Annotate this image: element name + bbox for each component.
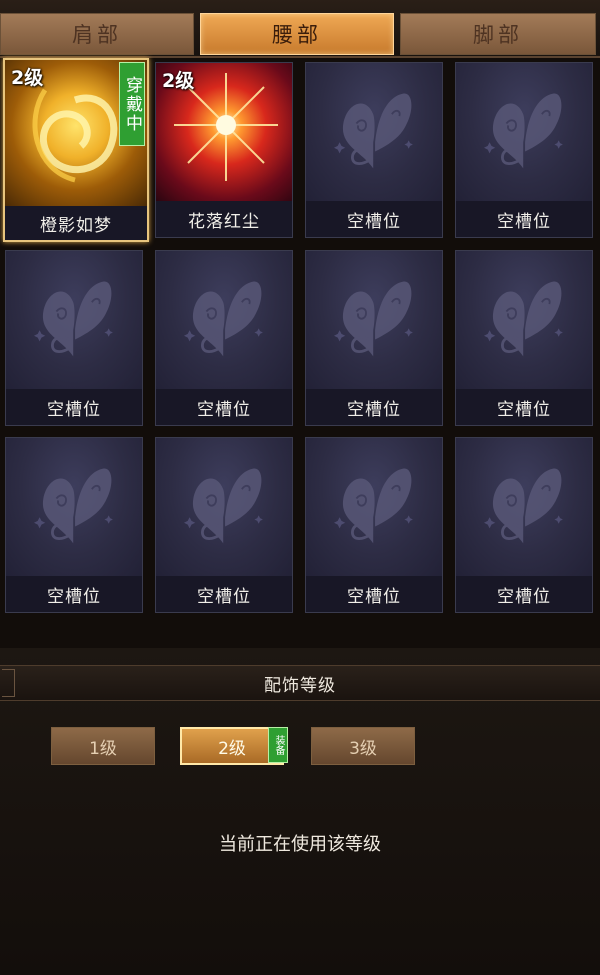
slot-name: 空槽位 bbox=[156, 576, 292, 612]
butterfly-icon bbox=[334, 92, 415, 170]
slot-level: 2级 bbox=[162, 70, 195, 92]
slot-name: 空槽位 bbox=[306, 201, 442, 237]
slot-11[interactable]: 空槽位 bbox=[305, 437, 443, 613]
equip-badge: 装备 bbox=[268, 727, 288, 763]
butterfly-icon bbox=[34, 280, 115, 358]
butterfly-icon bbox=[484, 467, 565, 545]
butterfly-icon bbox=[34, 467, 115, 545]
tab-foot[interactable]: 脚部 bbox=[400, 13, 596, 55]
butterfly-icon bbox=[184, 467, 265, 545]
wearing-badge: 穿戴中 bbox=[119, 62, 145, 146]
slot-name: 空槽位 bbox=[306, 576, 442, 612]
slot-8[interactable]: 空槽位 bbox=[455, 250, 593, 426]
slot-2[interactable]: 花落红尘 2级 bbox=[155, 62, 293, 238]
butterfly-icon bbox=[334, 467, 415, 545]
tab-shoulder[interactable]: 肩部 bbox=[0, 13, 194, 55]
status-text: 当前正在使用该等级 bbox=[219, 834, 381, 855]
slot-10[interactable]: 空槽位 bbox=[155, 437, 293, 613]
section-title: 配饰等级 bbox=[264, 675, 336, 696]
slot-name: 空槽位 bbox=[306, 389, 442, 425]
equip-badge-text: 装备 bbox=[273, 735, 284, 755]
slot-4[interactable]: 空槽位 bbox=[455, 62, 593, 238]
tab-waist[interactable]: 腰部 bbox=[200, 13, 394, 55]
slot-5[interactable]: 空槽位 bbox=[5, 250, 143, 426]
slot-6[interactable]: 空槽位 bbox=[155, 250, 293, 426]
butterfly-icon bbox=[484, 280, 565, 358]
slot-name: 空槽位 bbox=[6, 576, 142, 612]
slot-9[interactable]: 空槽位 bbox=[5, 437, 143, 613]
slot-name: 空槽位 bbox=[6, 389, 142, 425]
slot-level: 2级 bbox=[11, 67, 44, 89]
butterfly-icon bbox=[334, 280, 415, 358]
slot-name: 花落红尘 bbox=[156, 201, 292, 237]
slot-name: 空槽位 bbox=[456, 201, 592, 237]
section-header: 配饰等级 bbox=[0, 665, 600, 701]
slot-name: 橙影如梦 bbox=[5, 206, 147, 240]
slot-7[interactable]: 空槽位 bbox=[305, 250, 443, 426]
butterfly-icon bbox=[184, 280, 265, 358]
tab-bar: 肩部 腰部 脚部 bbox=[0, 0, 600, 58]
butterfly-icon bbox=[484, 92, 565, 170]
wearing-badge-text: 穿戴中 bbox=[122, 75, 142, 133]
slot-name: 空槽位 bbox=[456, 576, 592, 612]
slot-3[interactable]: 空槽位 bbox=[305, 62, 443, 238]
level-3-button[interactable]: 3级 bbox=[311, 727, 415, 765]
slot-name: 空槽位 bbox=[156, 389, 292, 425]
level-1-button[interactable]: 1级 bbox=[51, 727, 155, 765]
slot-name: 空槽位 bbox=[456, 389, 592, 425]
slot-12[interactable]: 空槽位 bbox=[455, 437, 593, 613]
slot-1[interactable]: 橙影如梦 2级 穿戴中 bbox=[3, 58, 149, 242]
